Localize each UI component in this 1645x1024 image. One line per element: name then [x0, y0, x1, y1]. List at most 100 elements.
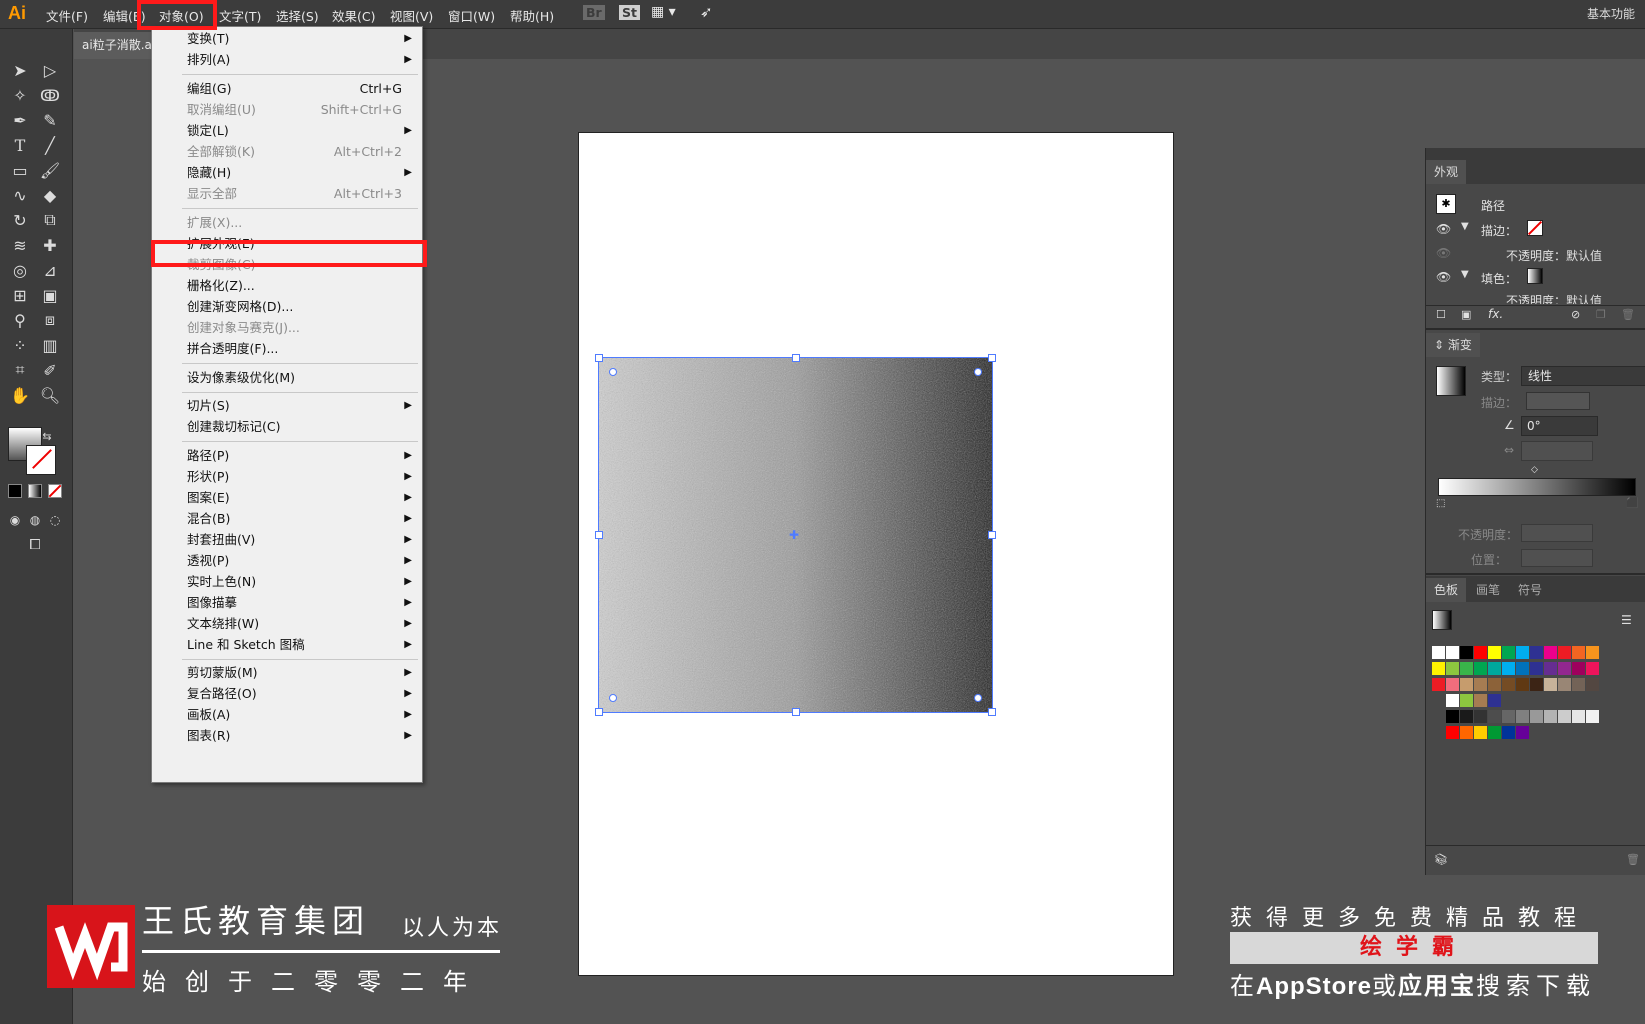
handle-top-center[interactable] — [792, 354, 800, 362]
menu-item-create-object-mosaic[interactable]: 创建对象马赛克(J)... — [152, 317, 422, 338]
scale-tool-icon[interactable]: ⧉ — [37, 209, 63, 231]
tab-symbols[interactable]: 符号 — [1510, 578, 1550, 602]
menu-item-pixel-perfect[interactable]: 设为像素级优化(M) — [152, 367, 422, 388]
screen-mode-icon[interactable]: ⧠ — [22, 534, 48, 556]
add-effect-fx-button[interactable]: fx. — [1488, 307, 1503, 321]
color-swatch[interactable] — [1432, 646, 1445, 659]
arrange-documents-icon[interactable]: ▦ ▾ — [651, 4, 676, 20]
menu-view[interactable]: 视图(V) — [390, 6, 433, 25]
color-swatch[interactable] — [1432, 678, 1445, 691]
eraser-tool-icon[interactable]: ◆ — [37, 184, 63, 206]
color-swatch[interactable] — [1446, 662, 1459, 675]
rectangle-tool-icon[interactable]: ▭ — [7, 159, 33, 181]
color-swatch[interactable] — [1572, 710, 1585, 723]
symbol-sprayer-tool-icon[interactable]: ⁘ — [7, 334, 33, 356]
bridge-button[interactable]: Br — [583, 5, 605, 20]
line-tool-icon[interactable]: ╱ — [37, 134, 63, 156]
color-swatch[interactable] — [1488, 726, 1501, 739]
puppet-warp-tool-icon[interactable]: ✚ — [37, 234, 63, 256]
color-swatch[interactable] — [1502, 662, 1515, 675]
color-swatch[interactable] — [1460, 726, 1473, 739]
color-swatch[interactable] — [1446, 694, 1459, 707]
color-swatch[interactable] — [1474, 710, 1487, 723]
color-swatch[interactable] — [1474, 646, 1487, 659]
tab-brushes[interactable]: 画笔 — [1468, 578, 1508, 602]
draw-inside-icon[interactable]: ◌ — [42, 509, 68, 531]
color-swatch[interactable] — [1474, 662, 1487, 675]
handle-middle-left[interactable] — [595, 531, 603, 539]
menu-item-rasterize[interactable]: 栅格化(Z)... — [152, 275, 422, 296]
color-swatch[interactable] — [1558, 662, 1571, 675]
color-swatch[interactable] — [1474, 678, 1487, 691]
tab-gradient[interactable]: ⇕ 渐变 — [1426, 333, 1480, 357]
tab-appearance[interactable]: 外观 — [1426, 160, 1467, 184]
color-swatch[interactable] — [1586, 662, 1599, 675]
color-swatch[interactable] — [1446, 710, 1459, 723]
color-swatch[interactable] — [1460, 710, 1473, 723]
menu-item-compound-path[interactable]: 复合路径(O) ▶ — [152, 683, 422, 704]
color-swatch[interactable] — [1586, 646, 1599, 659]
opacity-visibility-eye-icon[interactable]: 👁︎ — [1436, 246, 1451, 260]
color-mode-icon[interactable] — [8, 484, 22, 498]
gradient-stroke-options[interactable] — [1526, 392, 1590, 410]
color-swatch[interactable] — [1516, 678, 1529, 691]
delete-swatch-icon[interactable]: 🗑︎ — [1626, 853, 1640, 866]
menu-item-arrange[interactable]: 排列(A) ▶ — [152, 49, 422, 70]
paintbrush-tool-icon[interactable]: 🖌 — [37, 159, 63, 181]
hand-tool-icon[interactable]: ✋ — [7, 384, 33, 406]
menu-item-create-trim-marks[interactable]: 创建裁切标记(C) — [152, 416, 422, 437]
type-tool-icon[interactable]: T — [7, 134, 33, 156]
gradient-opacity-input[interactable] — [1521, 524, 1593, 542]
gradient-slider[interactable] — [1438, 478, 1636, 496]
menu-item-pattern[interactable]: 图案(E) ▶ — [152, 487, 422, 508]
color-swatch[interactable] — [1530, 678, 1543, 691]
gradient-stop-right[interactable]: ⬛ — [1626, 498, 1638, 509]
menu-effect[interactable]: 效果(C) — [332, 6, 375, 25]
menu-item-path[interactable]: 路径(P) ▶ — [152, 445, 422, 466]
menu-item-ungroup[interactable]: 取消编组(U) Shift+Ctrl+G — [152, 99, 422, 120]
stock-button[interactable]: St — [619, 5, 640, 20]
menu-type[interactable]: 文字(T) — [219, 6, 261, 25]
color-swatch[interactable] — [1544, 710, 1557, 723]
menu-item-expand[interactable]: 扩展(X)... — [152, 212, 422, 233]
color-swatch[interactable] — [1488, 662, 1501, 675]
add-stroke-icon[interactable]: ☐ — [1436, 308, 1446, 321]
menu-item-create-gradient-mesh[interactable]: 创建渐变网格(D)... — [152, 296, 422, 317]
slice-tool-icon[interactable]: ✐ — [37, 359, 63, 381]
color-swatch[interactable] — [1446, 678, 1459, 691]
menu-item-artboards[interactable]: 画板(A) ▶ — [152, 704, 422, 725]
menu-item-hide[interactable]: 隐藏(H) ▶ — [152, 162, 422, 183]
zoom-tool-icon[interactable]: 🔍︎ — [37, 384, 63, 406]
direct-selection-tool-icon[interactable]: ▷ — [37, 59, 63, 81]
color-swatch[interactable] — [1572, 662, 1585, 675]
color-swatch[interactable] — [1516, 662, 1529, 675]
menu-help[interactable]: 帮助(H) — [510, 6, 554, 25]
color-swatch[interactable] — [1488, 694, 1501, 707]
color-swatch[interactable] — [1460, 662, 1473, 675]
menu-item-slice[interactable]: 切片(S) ▶ — [152, 395, 422, 416]
color-swatch[interactable] — [1558, 710, 1571, 723]
stroke-visibility-eye-icon[interactable]: 👁︎ — [1436, 222, 1451, 236]
menu-item-show-all[interactable]: 显示全部 Alt+Ctrl+3 — [152, 183, 422, 204]
pen-tool-icon[interactable]: ✒ — [7, 109, 33, 131]
corner-widget-bl[interactable] — [609, 694, 617, 702]
swap-colors-icon[interactable]: ⇆ — [40, 425, 54, 447]
fill-expand-chevron-icon[interactable]: ▼ — [1461, 269, 1469, 280]
color-swatch[interactable] — [1502, 710, 1515, 723]
color-swatch[interactable] — [1502, 726, 1515, 739]
shaper-tool-icon[interactable]: ∿ — [7, 184, 33, 206]
menu-select[interactable]: 选择(S) — [276, 6, 319, 25]
selection-tool-icon[interactable]: ➤ — [7, 59, 33, 81]
gradient-mode-icon[interactable] — [28, 484, 42, 498]
tab-swatches[interactable]: 色板 — [1426, 578, 1467, 602]
color-swatch[interactable] — [1488, 678, 1501, 691]
color-swatch[interactable] — [1530, 710, 1543, 723]
handle-bottom-right[interactable] — [988, 708, 996, 716]
handle-middle-right[interactable] — [988, 531, 996, 539]
warp-tool-icon[interactable]: ≋ — [7, 234, 33, 256]
color-swatch[interactable] — [1488, 646, 1501, 659]
color-swatch[interactable] — [1572, 678, 1585, 691]
color-swatch[interactable] — [1460, 646, 1473, 659]
menu-item-group[interactable]: 编组(G) Ctrl+G — [152, 78, 422, 99]
color-swatch[interactable] — [1460, 694, 1473, 707]
